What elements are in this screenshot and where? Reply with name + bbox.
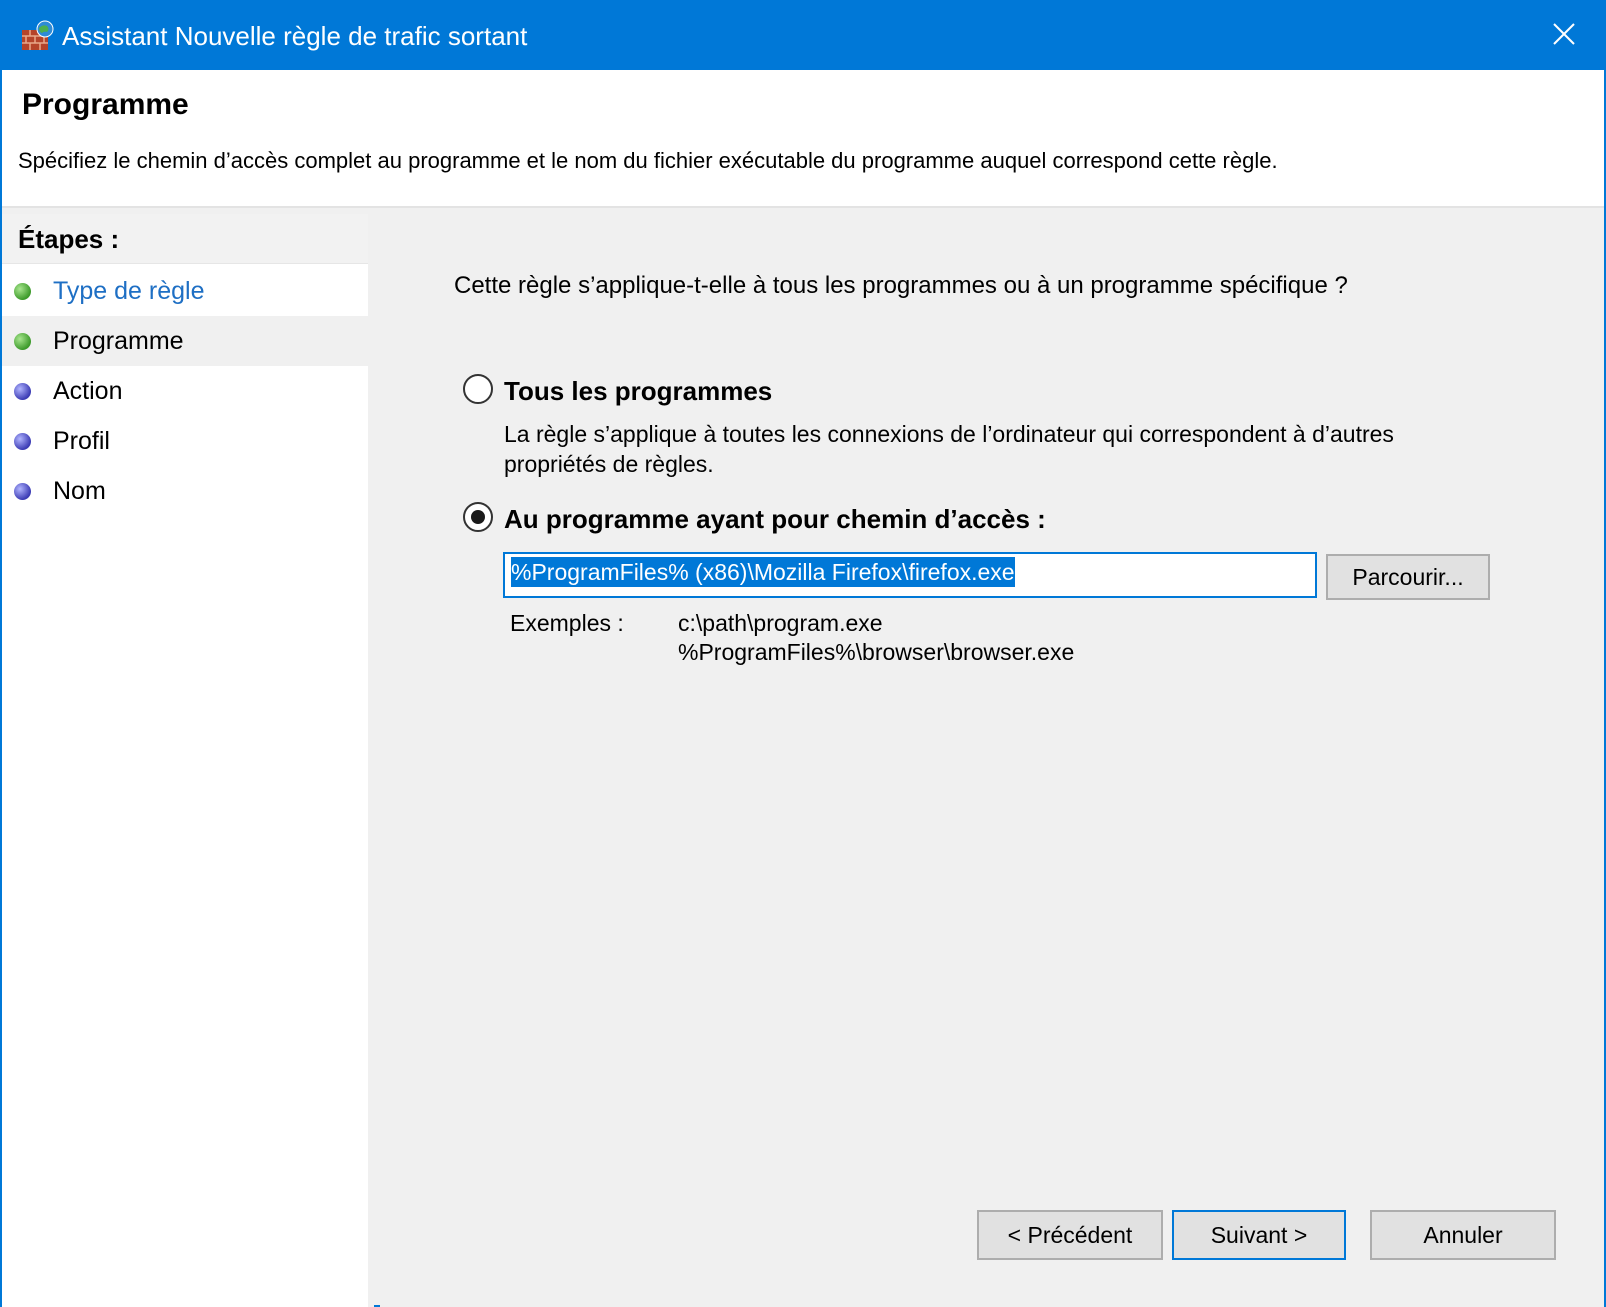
step-type-de-regle[interactable]: Type de règle xyxy=(2,266,368,316)
all-programs-radio[interactable] xyxy=(463,374,493,404)
step-label: Nom xyxy=(53,476,106,505)
all-programs-description: La règle s’applique à toutes les connexi… xyxy=(504,421,1394,477)
step-profil: Profil xyxy=(2,416,368,466)
example-path-2: %ProgramFiles%\browser\browser.exe xyxy=(678,639,1075,665)
step-programme[interactable]: Programme xyxy=(2,316,368,366)
step-pending-dot-icon xyxy=(14,432,31,450)
steps-sidebar: Étapes : Type de règle Programme Action … xyxy=(2,214,374,1307)
step-label: Action xyxy=(53,376,123,405)
program-path-value: %ProgramFiles% (x86)\Mozilla Firefox\fir… xyxy=(511,557,1015,587)
title-bar: Assistant Nouvelle règle de trafic sorta… xyxy=(2,2,1604,70)
wizard-content: Cette règle s’applique-t-elle à tous les… xyxy=(380,214,1604,1307)
step-label: Programme xyxy=(53,326,184,355)
example-path-1: c:\path\program.exe xyxy=(678,610,883,636)
step-complete-dot-icon xyxy=(14,282,31,300)
program-path-label[interactable]: Au programme ayant pour chemin d’accès : xyxy=(504,504,1046,535)
program-path-radio[interactable] xyxy=(463,502,493,532)
step-label: Profil xyxy=(53,426,110,455)
close-icon xyxy=(1553,22,1575,50)
page-title: Programme xyxy=(22,88,189,121)
step-nom: Nom xyxy=(2,466,368,516)
previous-button[interactable]: < Précédent xyxy=(977,1210,1163,1260)
step-pending-dot-icon xyxy=(14,482,31,500)
step-pending-dot-icon xyxy=(14,382,31,400)
step-action: Action xyxy=(2,366,368,416)
all-programs-label[interactable]: Tous les programmes xyxy=(504,376,772,407)
steps-title: Étapes : xyxy=(2,214,368,264)
cancel-button[interactable]: Annuler xyxy=(1370,1210,1556,1260)
firewall-icon xyxy=(20,20,54,52)
program-path-input[interactable]: %ProgramFiles% (x86)\Mozilla Firefox\fir… xyxy=(503,552,1317,598)
wizard-window: Assistant Nouvelle règle de trafic sorta… xyxy=(0,0,1606,1307)
question-text: Cette règle s’applique-t-elle à tous les… xyxy=(454,272,1348,299)
page-description: Spécifiez le chemin d’accès complet au p… xyxy=(18,148,1278,173)
step-complete-dot-icon xyxy=(14,332,31,350)
wizard-header: Programme Spécifiez le chemin d’accès co… xyxy=(2,70,1604,208)
browse-button[interactable]: Parcourir... xyxy=(1326,554,1490,600)
close-button[interactable] xyxy=(1524,2,1604,70)
window-title: Assistant Nouvelle règle de trafic sorta… xyxy=(62,21,528,51)
examples-label: Exemples : xyxy=(510,610,624,636)
next-button[interactable]: Suivant > xyxy=(1172,1210,1346,1260)
step-label: Type de règle xyxy=(53,276,205,305)
